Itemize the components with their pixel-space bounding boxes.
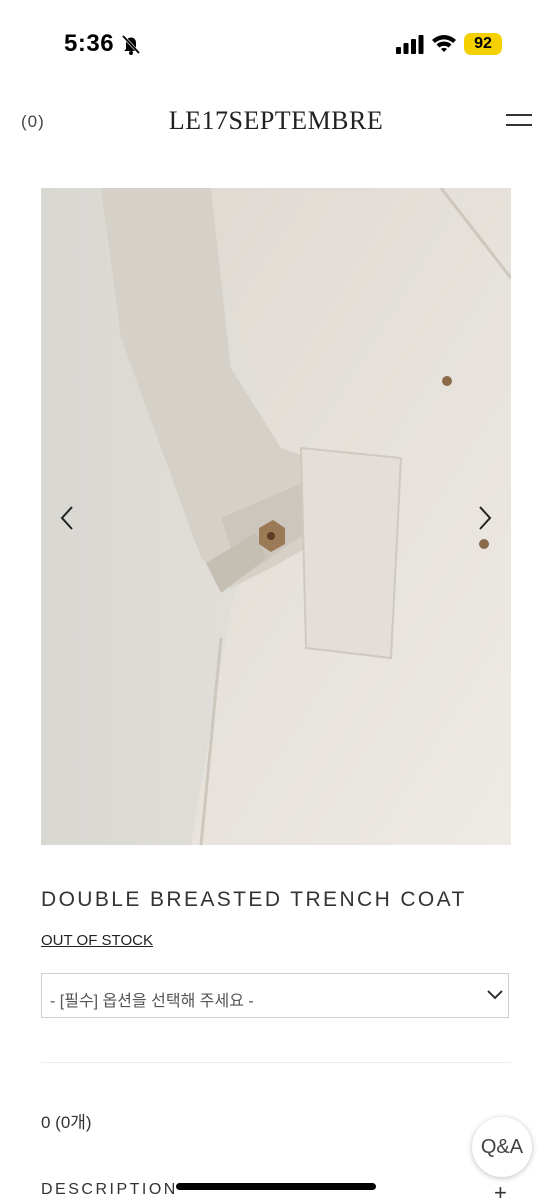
wifi-icon — [432, 35, 456, 52]
battery-indicator: 92 — [464, 33, 502, 55]
chevron-left-icon[interactable] — [56, 503, 80, 533]
brand-logo[interactable]: LE17SEPTEMBRE — [0, 106, 552, 136]
chevron-right-icon[interactable] — [472, 503, 496, 533]
stock-status-link[interactable]: OUT OF STOCK — [41, 932, 153, 949]
product-image[interactable] — [41, 188, 511, 845]
status-bar: 5:36 92 — [0, 0, 552, 88]
total-price: 0 (0개) — [41, 1113, 92, 1132]
option-select[interactable]: - [필수] 옵션을 선택해 주세요 - — [41, 973, 509, 1018]
home-indicator — [176, 1183, 376, 1190]
chevron-down-icon — [487, 990, 503, 1000]
product-title: DOUBLE BREASTED TRENCH COAT — [41, 888, 467, 911]
description-toggle[interactable]: DESCRIPTION — [41, 1181, 178, 1199]
status-time: 5:36 — [64, 30, 115, 57]
menu-icon[interactable] — [506, 112, 532, 128]
product-page: 5:36 92 (0) LE17SEPTEMBRE DOUBLE BREASTE… — [0, 0, 552, 1200]
expand-icon[interactable]: + — [494, 1180, 507, 1200]
qa-button[interactable]: Q&A — [472, 1117, 532, 1177]
signal-icon — [396, 35, 424, 54]
bell-slash-icon — [121, 34, 141, 55]
option-select-value: - [필수] 옵션을 선택해 주세요 - — [50, 993, 254, 1010]
divider — [41, 1062, 511, 1063]
